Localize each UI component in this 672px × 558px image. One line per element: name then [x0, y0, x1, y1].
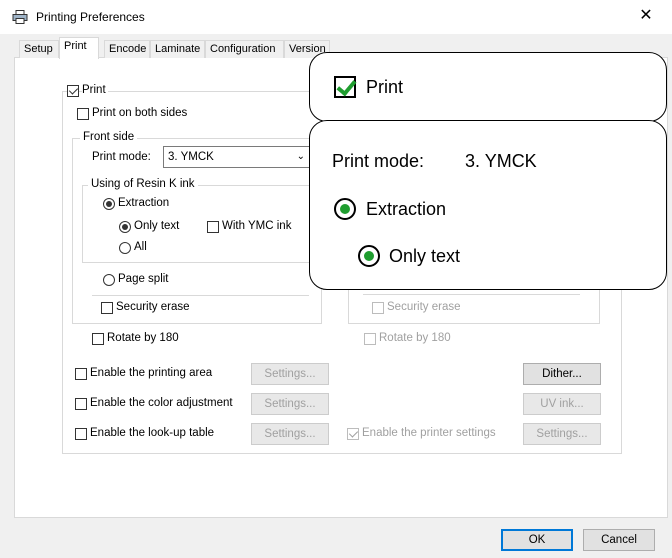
- print-callout: Print: [309, 52, 667, 122]
- rotate-label: Rotate by 180: [107, 332, 179, 344]
- page-split-label: Page split: [118, 273, 169, 285]
- print-checkbox-label: Print: [82, 84, 108, 96]
- extraction-radio[interactable]: [103, 198, 115, 210]
- back-side-group-right: [599, 285, 600, 324]
- print-callout-label: Print: [366, 77, 404, 97]
- resin-group-bottom: [82, 262, 310, 263]
- back-rotate-label: Rotate by 180: [379, 332, 451, 344]
- back-side-group-bottom: [348, 323, 600, 324]
- window-title: Printing Preferences: [36, 10, 145, 24]
- printing-area-label: Enable the printing area: [90, 367, 213, 379]
- all-radio[interactable]: [119, 242, 131, 254]
- printer-icon: [12, 10, 28, 24]
- callout-only-text-label: Only text: [389, 246, 461, 266]
- tab-laminate[interactable]: Laminate: [150, 40, 205, 59]
- print-group-bottom: [62, 453, 622, 454]
- cancel-button[interactable]: Cancel: [583, 529, 655, 551]
- color-adjust-checkbox[interactable]: [75, 398, 87, 410]
- front-side-label: Front side: [80, 131, 138, 143]
- page-split-radio[interactable]: [103, 274, 115, 286]
- print-checkbox[interactable]: [67, 85, 79, 97]
- color-adjust-label: Enable the color adjustment: [90, 397, 233, 409]
- resin-group-label: Using of Resin K ink: [88, 178, 198, 190]
- back-security-erase-checkbox[interactable]: [372, 302, 384, 314]
- callout-extraction-label: Extraction: [366, 199, 447, 219]
- title-bar: Printing Preferences ✕: [0, 0, 672, 34]
- print-mode-callout: Print mode: 3. YMCK Extraction Only text: [309, 120, 667, 290]
- print-mode-select[interactable]: 3. YMCK ⌄: [163, 146, 310, 168]
- back-side-group-left: [348, 285, 349, 324]
- print-mode-value: 3. YMCK: [168, 151, 214, 163]
- security-erase-label: Security erase: [116, 301, 190, 313]
- only-text-radio-zoomed: [358, 245, 380, 267]
- tab-setup[interactable]: Setup: [19, 40, 59, 59]
- ok-button[interactable]: OK: [501, 529, 573, 551]
- printing-area-checkbox[interactable]: [75, 368, 87, 380]
- both-sides-checkbox[interactable]: [77, 108, 89, 120]
- back-security-erase-label: Security erase: [387, 301, 461, 313]
- uv-ink-button[interactable]: UV ink...: [523, 393, 601, 415]
- printing-area-settings-button[interactable]: Settings...: [251, 363, 329, 385]
- front-separator: [92, 295, 309, 296]
- printer-settings-label: Enable the printer settings: [362, 427, 496, 439]
- front-side-group-left: [72, 138, 73, 324]
- all-label: All: [134, 241, 147, 253]
- callout-print-mode-label: Print mode:: [332, 151, 425, 171]
- print-checkbox-zoomed: [334, 76, 356, 98]
- back-separator: [363, 294, 580, 295]
- color-adjust-settings-button[interactable]: Settings...: [251, 393, 329, 415]
- close-icon[interactable]: ✕: [636, 6, 656, 26]
- security-erase-checkbox[interactable]: [101, 302, 113, 314]
- callout-print-mode-value: 3. YMCK: [465, 151, 537, 171]
- lookup-table-label: Enable the look-up table: [90, 427, 215, 439]
- with-ymc-label: With YMC ink: [222, 220, 292, 232]
- printer-settings-button[interactable]: Settings...: [523, 423, 601, 445]
- printer-settings-checkbox[interactable]: [347, 428, 359, 440]
- only-text-label: Only text: [134, 220, 180, 232]
- lookup-settings-button[interactable]: Settings...: [251, 423, 329, 445]
- front-side-group-bottom: [72, 323, 322, 324]
- back-rotate-checkbox[interactable]: [364, 333, 376, 345]
- lookup-table-checkbox[interactable]: [75, 428, 87, 440]
- tab-encode[interactable]: Encode: [104, 40, 150, 59]
- dither-button[interactable]: Dither...: [523, 363, 601, 385]
- both-sides-label: Print on both sides: [92, 107, 188, 119]
- rotate-checkbox[interactable]: [92, 333, 104, 345]
- chevron-down-icon: ⌄: [296, 151, 305, 162]
- tab-print[interactable]: Print: [59, 37, 99, 59]
- print-group-left: [62, 91, 63, 453]
- only-text-radio[interactable]: [119, 221, 131, 233]
- tab-configuration[interactable]: Configuration: [205, 40, 284, 59]
- extraction-label: Extraction: [118, 197, 170, 209]
- with-ymc-checkbox[interactable]: [207, 221, 219, 233]
- extraction-radio-zoomed: [334, 198, 356, 220]
- print-mode-label: Print mode:: [92, 151, 151, 163]
- resin-group-left: [82, 185, 83, 263]
